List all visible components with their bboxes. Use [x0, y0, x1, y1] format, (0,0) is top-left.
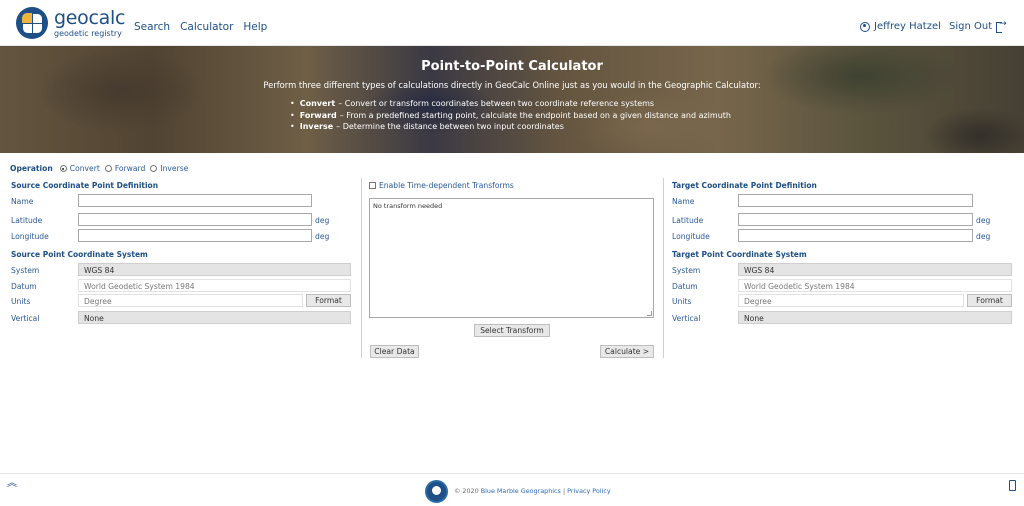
source-system-value[interactable]: WGS 84 [78, 263, 351, 276]
target-vertical-value[interactable]: None [738, 311, 1012, 324]
user-menu[interactable]: Jeffrey Hatzel [860, 21, 941, 32]
source-title: Source Coordinate Point Definition [11, 181, 159, 190]
left-divider [361, 178, 362, 358]
time-dependent-checkbox[interactable]: Enable Time-dependent Transforms [369, 181, 514, 190]
footer-separator: | [562, 487, 566, 495]
transform-output[interactable]: No transform needed [369, 198, 654, 318]
sign-out-link[interactable]: Sign Out [949, 19, 1007, 33]
target-datum-label: Datum [672, 282, 698, 291]
source-units-value: Degree [78, 294, 303, 307]
banner-item-forward: Forward– From a predefined starting poin… [290, 111, 731, 120]
logo-subtitle: geodetic registry [54, 28, 122, 38]
target-name-label: Name [672, 197, 695, 206]
user-name: Jeffrey Hatzel [874, 21, 941, 32]
sign-out-icon [996, 19, 1007, 33]
resize-handle-icon[interactable] [647, 311, 652, 316]
time-dependent-label: Enable Time-dependent Transforms [379, 181, 514, 190]
target-longitude-label: Longitude [672, 232, 710, 241]
top-header: geocalc geodetic registry Search Calcula… [0, 0, 1024, 46]
source-datum-label: Datum [11, 282, 37, 291]
target-latitude-input[interactable] [738, 213, 973, 226]
source-system-title: Source Point Coordinate System [11, 250, 148, 259]
target-units-value: Degree [738, 294, 964, 307]
operation-inverse-radio[interactable]: Inverse [150, 164, 188, 173]
page-title: Point-to-Point Calculator [421, 59, 603, 74]
right-divider [663, 178, 664, 358]
source-latitude-unit: deg [315, 216, 330, 225]
checkbox-icon [369, 182, 376, 189]
target-name-input[interactable] [738, 194, 973, 207]
radio-icon [150, 165, 158, 172]
nav-search[interactable]: Search [134, 21, 170, 33]
footer-copyright: © 2020 [454, 487, 479, 495]
source-name-label: Name [11, 197, 34, 206]
operation-convert-radio[interactable]: Convert [59, 164, 100, 173]
target-longitude-input[interactable] [738, 229, 973, 242]
banner-item-inverse: Inverse– Determine the distance between … [290, 122, 731, 131]
source-units-label: Units [11, 297, 31, 306]
operation-selector: Operation Convert Forward Inverse [10, 164, 193, 173]
scroll-top-icon[interactable]: ︽ [7, 479, 17, 489]
target-datum-value: World Geodetic System 1984 [738, 279, 1012, 292]
source-system-label: System [11, 266, 40, 275]
radio-icon [59, 165, 67, 172]
user-icon [860, 21, 870, 32]
geocalc-logo[interactable]: geocalc geodetic registry [16, 7, 125, 39]
target-format-button[interactable]: Format [967, 294, 1012, 307]
source-name-input[interactable] [78, 194, 312, 207]
target-units-label: Units [672, 297, 692, 306]
nav-help[interactable]: Help [243, 21, 267, 33]
hero-banner: Point-to-Point Calculator Perform three … [0, 46, 1024, 153]
operation-forward-radio[interactable]: Forward [104, 164, 145, 173]
source-latitude-label: Latitude [11, 216, 43, 225]
mobile-icon[interactable] [1009, 480, 1016, 491]
clear-data-button[interactable]: Clear Data [370, 345, 419, 358]
source-longitude-label: Longitude [11, 232, 49, 241]
target-vertical-label: Vertical [672, 314, 701, 323]
operation-label: Operation [10, 164, 53, 173]
target-system-title: Target Point Coordinate System [672, 250, 807, 259]
blue-marble-logo-icon [425, 480, 448, 503]
nav-calculator[interactable]: Calculator [180, 21, 233, 33]
main-nav: Search Calculator Help [134, 21, 267, 33]
target-title: Target Coordinate Point Definition [672, 181, 817, 190]
target-system-value[interactable]: WGS 84 [738, 263, 1012, 276]
target-system-label: System [672, 266, 701, 275]
target-longitude-unit: deg [976, 232, 991, 241]
logo-name: geocalc [54, 6, 126, 29]
source-format-button[interactable]: Format [306, 294, 351, 307]
banner-list: Convert– Convert or transform coordinate… [290, 99, 731, 134]
footer-company-link[interactable]: Blue Marble Geographics [481, 487, 561, 495]
radio-icon [104, 165, 112, 172]
source-latitude-input[interactable] [78, 213, 312, 226]
footer-privacy-link[interactable]: Privacy Policy [567, 487, 611, 495]
page-footer: ︽ © 2020 Blue Marble Geographics | Priva… [0, 473, 1024, 506]
target-latitude-label: Latitude [672, 216, 704, 225]
source-longitude-input[interactable] [78, 229, 312, 242]
source-longitude-unit: deg [315, 232, 330, 241]
banner-item-convert: Convert– Convert or transform coordinate… [290, 99, 731, 108]
source-datum-value: World Geodetic System 1984 [78, 279, 351, 292]
select-transform-button[interactable]: Select Transform [474, 324, 550, 337]
source-vertical-value[interactable]: None [78, 311, 351, 324]
target-latitude-unit: deg [976, 216, 991, 225]
logo-globe-icon [16, 7, 48, 39]
footer-text: © 2020 Blue Marble Geographics | Privacy… [454, 487, 611, 495]
sign-out-label: Sign Out [949, 21, 993, 32]
calculate-button[interactable]: Calculate > [600, 345, 654, 358]
banner-lead: Perform three different types of calcula… [263, 80, 761, 90]
transform-text: No transform needed [373, 202, 443, 210]
source-vertical-label: Vertical [11, 314, 40, 323]
